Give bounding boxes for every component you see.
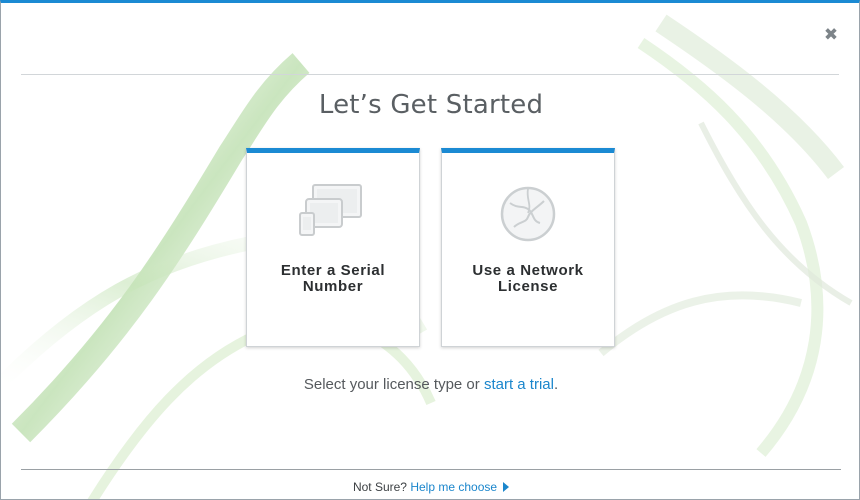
footer: Not Sure? Help me choose <box>1 480 859 494</box>
prompt-period: . <box>553 376 559 393</box>
license-prompt: Select your license type or start a tria… <box>1 376 859 393</box>
caret-right-icon <box>503 482 510 492</box>
help-me-choose-label: Help me choose <box>410 480 498 494</box>
enter-serial-number-label: Enter a Serial Number <box>280 262 386 295</box>
not-sure-text: Not Sure? <box>352 480 407 494</box>
help-me-choose-link[interactable]: Help me choose <box>410 480 510 494</box>
use-network-license-card[interactable]: Use a Network License <box>441 148 615 347</box>
start-trial-link[interactable]: start a trial <box>484 376 554 393</box>
header-divider <box>21 74 839 75</box>
page-title: Let’s Get Started <box>318 90 544 120</box>
close-button[interactable]: ✖ <box>823 25 839 44</box>
close-icon: ✖ <box>823 25 839 44</box>
license-prompt-text: Select your license type or <box>303 376 480 393</box>
use-network-license-label: Use a Network License <box>472 262 584 295</box>
footer-divider <box>21 469 841 470</box>
globe-icon <box>500 186 556 242</box>
license-dialog: ✖ Let’s Get Started Enter a Serial Numbe… <box>0 0 860 500</box>
background-art <box>1 14 853 499</box>
enter-serial-number-card[interactable]: Enter a Serial Number <box>246 148 420 347</box>
devices-icon <box>299 184 362 236</box>
